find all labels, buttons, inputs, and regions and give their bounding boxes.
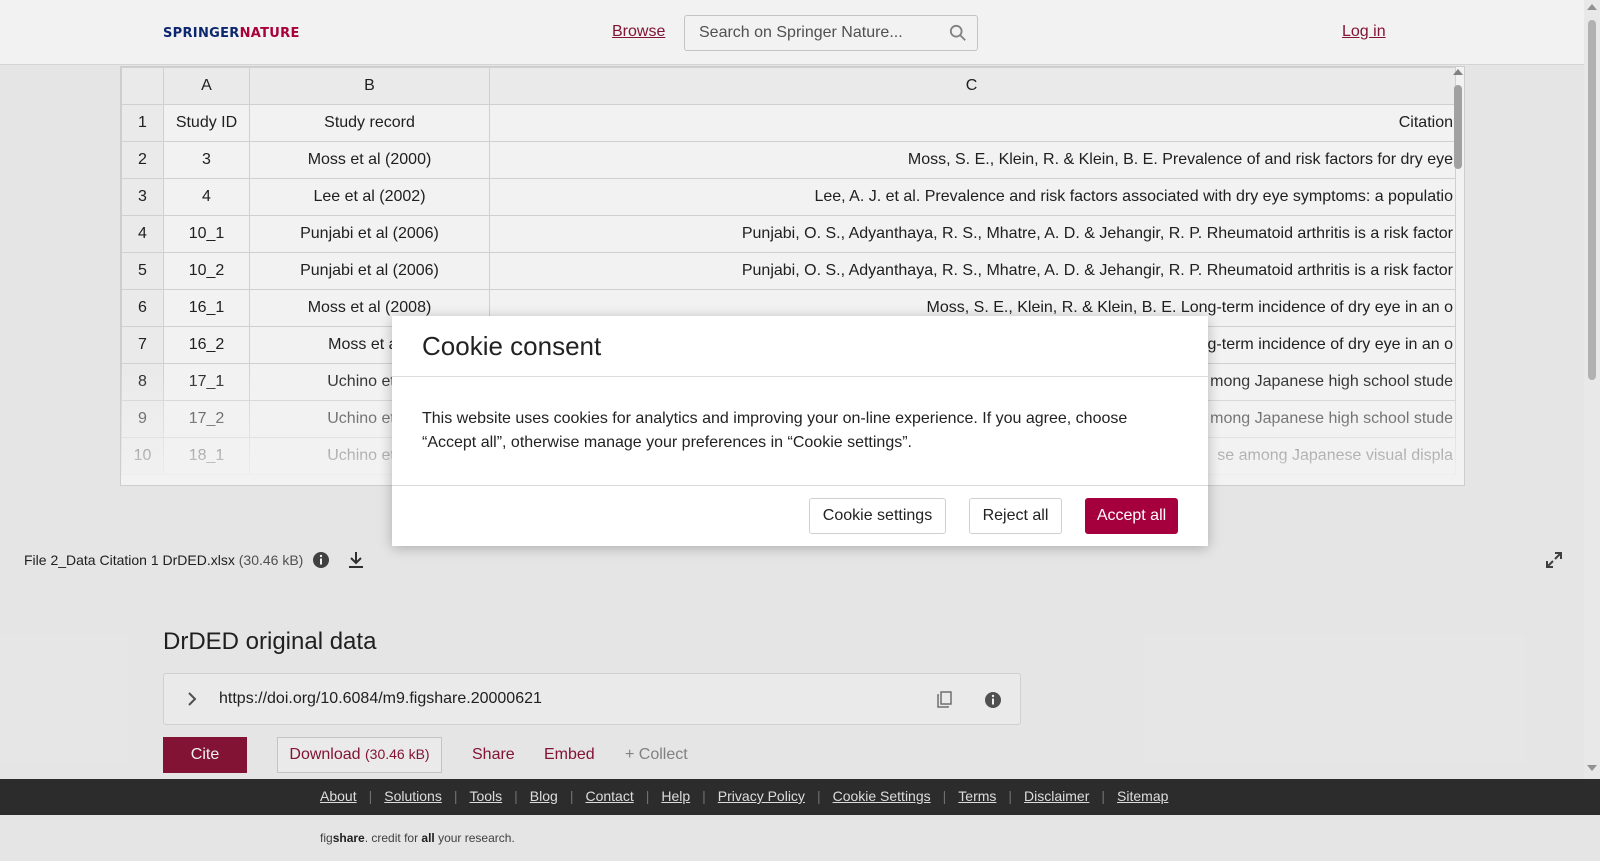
cookie-consent-dialog: Cookie consent This website uses cookies…	[392, 316, 1208, 546]
cookie-settings-button[interactable]: Cookie settings	[809, 498, 946, 534]
reject-all-button[interactable]: Reject all	[969, 498, 1062, 534]
accept-all-button[interactable]: Accept all	[1085, 498, 1178, 534]
divider	[392, 376, 1208, 377]
cookie-dialog-title: Cookie consent	[422, 331, 602, 361]
divider	[392, 485, 1208, 486]
cookie-dialog-text: This website uses cookies for analytics …	[422, 410, 1128, 451]
